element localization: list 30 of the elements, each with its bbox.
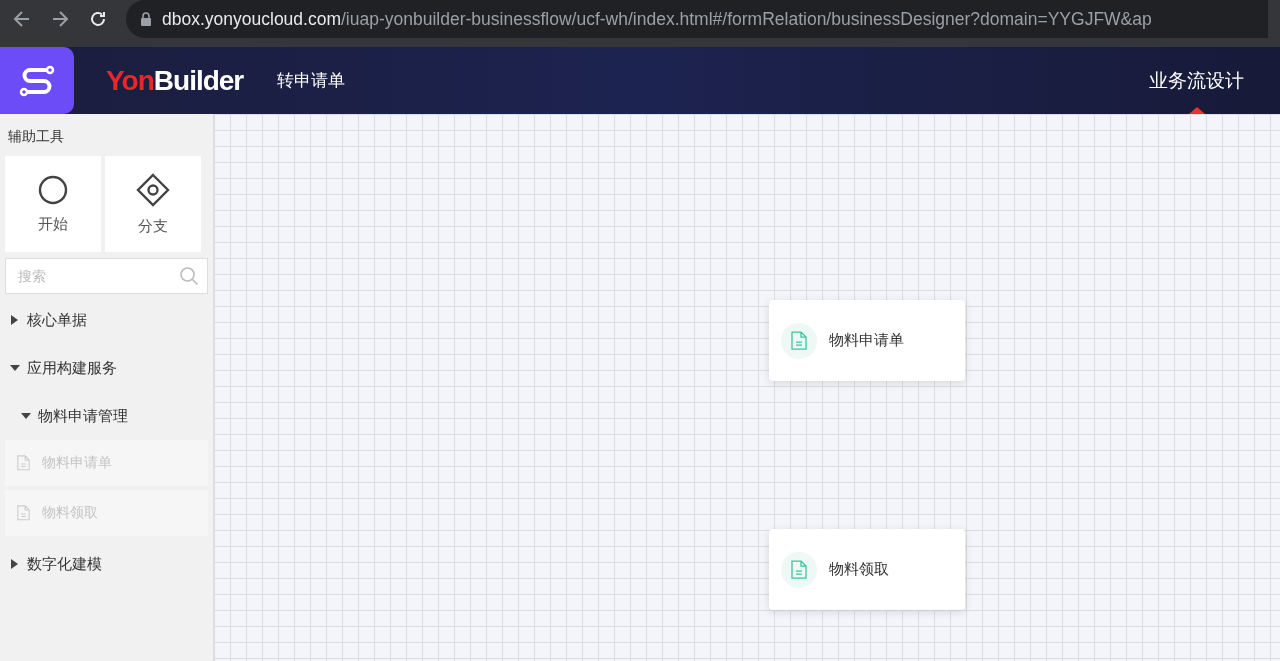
- address-bar[interactable]: dbox.yonyoucloud.com/iuap-yonbuilder-businessflow/ucf-wh/index.html#/formRelation/businessDesigner?domain=YYGJFW&ap: [126, 0, 1268, 38]
- caret-icon: [21, 411, 31, 421]
- caret-icon: [10, 559, 20, 569]
- circle-icon: [38, 174, 68, 205]
- url-text: dbox.yonyoucloud.com/iuap-yonbuilder-businessflow/ucf-wh/index.html#/formRelation/businessDesigner?domain=YYGJFW&ap: [162, 8, 1152, 30]
- flow-node[interactable]: 物料领取: [769, 529, 965, 610]
- search-icon: [179, 266, 199, 286]
- caret-icon: [10, 363, 20, 373]
- search-field[interactable]: 搜索: [5, 258, 208, 294]
- tree-node[interactable]: 物料申请管理: [5, 392, 208, 440]
- app-logo[interactable]: [0, 47, 74, 114]
- tool-card[interactable]: 分支: [105, 156, 201, 252]
- page-title: 转申请单: [277, 69, 346, 92]
- tree-node[interactable]: 数字化建模: [5, 540, 208, 588]
- sidebar-title: 辅助工具: [7, 127, 65, 146]
- document-icon: [17, 455, 30, 471]
- tree-node[interactable]: 核心单据: [5, 296, 208, 344]
- forward-icon[interactable]: [50, 9, 70, 29]
- tree-node[interactable]: 应用构建服务: [5, 344, 208, 392]
- document-icon: [791, 559, 807, 580]
- tool-card[interactable]: 开始: [5, 156, 101, 252]
- diamond-icon: [136, 172, 170, 207]
- flow-node[interactable]: 物料申请单: [769, 300, 965, 381]
- caret-icon: [10, 315, 20, 325]
- document-icon: [791, 330, 807, 351]
- reload-icon[interactable]: [88, 9, 108, 29]
- brand-logo: YonBuilder: [106, 64, 244, 97]
- back-icon[interactable]: [12, 9, 32, 29]
- lock-icon: [140, 11, 152, 27]
- document-icon: [17, 505, 30, 521]
